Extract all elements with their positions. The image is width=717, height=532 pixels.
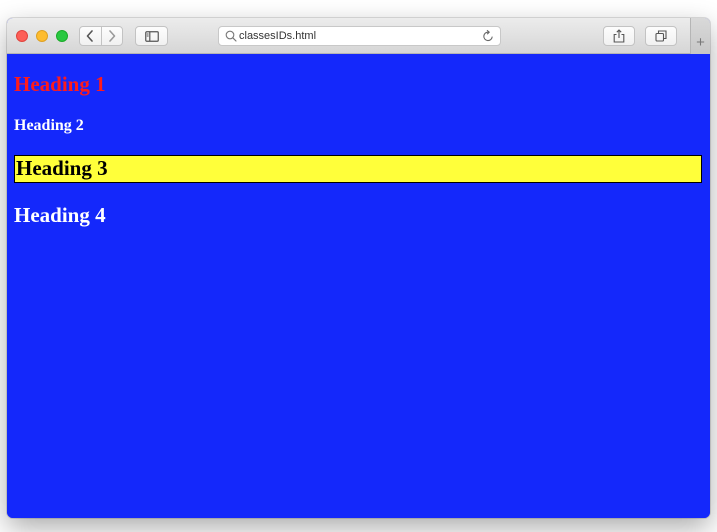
- forward-button[interactable]: [100, 27, 123, 45]
- heading-2: Heading 2: [14, 117, 84, 134]
- address-bar-url: classesIDs.html: [239, 30, 317, 42]
- minimize-window-button[interactable]: [36, 30, 48, 42]
- address-bar[interactable]: classesIDs.html: [218, 26, 501, 46]
- sidebar-button[interactable]: [135, 26, 168, 46]
- page-content: Heading 1 Heading 2 Heading 3 Heading 4: [7, 54, 710, 518]
- share-icon: [613, 29, 625, 43]
- heading-3: Heading 3: [14, 155, 702, 183]
- chevron-left-icon: [86, 30, 94, 42]
- sidebar-icon: [144, 30, 159, 42]
- new-tab-button[interactable]: +: [690, 18, 710, 54]
- close-window-button[interactable]: [16, 30, 28, 42]
- browser-toolbar: classesIDs.html +: [7, 18, 710, 54]
- back-button[interactable]: [80, 27, 101, 45]
- share-button[interactable]: [603, 26, 635, 46]
- browser-window: classesIDs.html + Heading 1 Heading 2 He…: [7, 18, 710, 518]
- tabs-overview-button[interactable]: [645, 26, 677, 46]
- heading-1: Heading 1: [14, 72, 106, 96]
- chevron-right-icon: [108, 30, 116, 42]
- reload-icon[interactable]: [482, 29, 495, 43]
- navigation-buttons: [79, 26, 123, 46]
- search-icon: [225, 30, 237, 42]
- tabs-overview-icon: [655, 30, 667, 42]
- heading-4: Heading 4: [14, 203, 106, 227]
- plus-icon: +: [696, 34, 705, 51]
- zoom-window-button[interactable]: [56, 30, 68, 42]
